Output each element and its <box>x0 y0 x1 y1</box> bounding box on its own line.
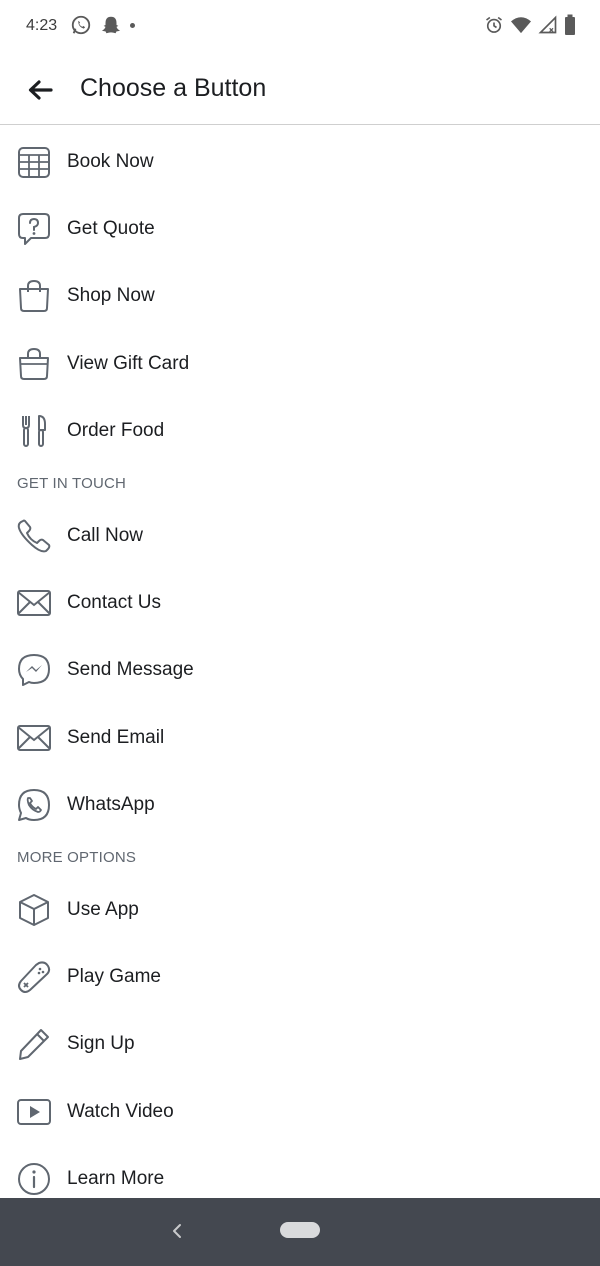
list-item-play-game[interactable]: Play Game <box>0 943 600 1010</box>
list-item-send-email[interactable]: Send Email <box>0 704 600 771</box>
cube-icon <box>16 892 52 928</box>
calendar-icon <box>16 144 52 180</box>
status-time: 4:23 <box>26 17 58 34</box>
play-video-icon <box>16 1094 52 1130</box>
list-item-send-message[interactable]: Send Message <box>0 637 600 704</box>
list-item-label: View Gift Card <box>67 352 190 374</box>
list-item-get-quote[interactable]: Get Quote <box>0 195 600 262</box>
gift-bag-icon <box>16 346 52 382</box>
messenger-icon <box>16 652 52 688</box>
notification-dot <box>130 22 135 28</box>
list-item-watch-video[interactable]: Watch Video <box>0 1078 600 1145</box>
list-item-view-gift-card[interactable]: View Gift Card <box>0 330 600 397</box>
list-item-label: Shop Now <box>67 285 155 307</box>
wifi-icon <box>510 15 532 35</box>
list-item-label: Book Now <box>67 150 154 172</box>
info-icon <box>16 1161 52 1197</box>
app-header: Choose a Button <box>0 52 600 125</box>
button-options-list: Book Now Get Quote Shop Now View Gift Ca… <box>0 128 600 1213</box>
shopping-bag-icon <box>16 278 52 314</box>
snapchat-notification-icon <box>100 14 122 36</box>
list-item-label: Send Message <box>67 659 194 681</box>
phone-icon <box>16 518 52 554</box>
status-bar: 4:23 <box>0 0 600 52</box>
cutlery-icon <box>16 413 52 449</box>
list-item-sign-up[interactable]: Sign Up <box>0 1011 600 1078</box>
section-header-get-in-touch: GET IN TOUCH <box>17 474 127 492</box>
pencil-icon <box>16 1026 52 1062</box>
alarm-icon <box>484 15 504 35</box>
gamepad-icon <box>16 959 52 995</box>
signal-icon <box>538 15 558 35</box>
chevron-left-icon <box>166 1218 190 1244</box>
arrow-left-icon <box>27 79 53 101</box>
back-button[interactable] <box>22 72 58 108</box>
list-item-call-now[interactable]: Call Now <box>0 502 600 569</box>
whatsapp-notification-icon <box>70 14 92 36</box>
section-header-more-options: MORE OPTIONS <box>17 848 137 866</box>
envelope-icon <box>16 720 52 756</box>
list-item-order-food[interactable]: Order Food <box>0 398 600 465</box>
list-item-label: Send Email <box>67 726 165 748</box>
list-item-label: Sign Up <box>67 1033 135 1055</box>
list-item-label: Order Food <box>67 420 165 442</box>
list-item-book-now[interactable]: Book Now <box>0 128 600 195</box>
whatsapp-icon <box>16 787 52 823</box>
system-back-button[interactable] <box>166 1218 190 1244</box>
list-item-label: Call Now <box>67 524 144 546</box>
list-item-label: Play Game <box>67 965 161 987</box>
list-item-label: Use App <box>67 898 139 920</box>
battery-icon <box>564 14 576 36</box>
question-bubble-icon <box>16 211 52 247</box>
list-item-shop-now[interactable]: Shop Now <box>0 263 600 330</box>
list-item-label: Contact Us <box>67 592 161 614</box>
list-item-use-app[interactable]: Use App <box>0 876 600 943</box>
list-item-label: Get Quote <box>67 218 155 240</box>
list-item-whatsapp[interactable]: WhatsApp <box>0 772 600 839</box>
page-title: Choose a Button <box>80 74 267 102</box>
system-nav-bar <box>0 1198 600 1266</box>
envelope-icon <box>16 585 52 621</box>
list-item-label: Learn More <box>67 1168 165 1190</box>
list-item-label: WhatsApp <box>67 794 155 816</box>
list-item-contact-us[interactable]: Contact Us <box>0 569 600 636</box>
list-item-label: Watch Video <box>67 1100 174 1122</box>
system-home-pill[interactable] <box>280 1222 320 1238</box>
